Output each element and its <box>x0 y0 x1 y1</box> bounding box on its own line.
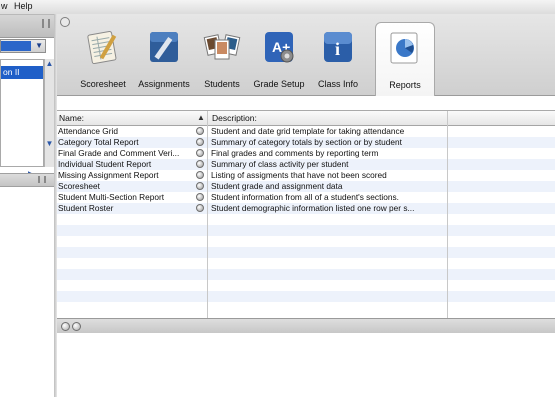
report-action-icon[interactable] <box>196 182 204 190</box>
table-row[interactable]: Final Grade and Comment Veri... Final gr… <box>57 148 555 159</box>
toolbar-toggle-icon[interactable] <box>60 17 70 27</box>
scroll-down-icon[interactable]: ▼ <box>45 139 54 149</box>
column-divider[interactable] <box>207 111 208 319</box>
scoresheet-button[interactable]: Scoresheet <box>75 24 131 92</box>
empty-row <box>57 302 555 313</box>
students-icon <box>203 34 241 60</box>
grade-setup-button[interactable]: A+ Grade Setup <box>250 24 308 92</box>
report-name: Attendance Grid <box>58 126 118 136</box>
reports-label: Reports <box>389 80 421 90</box>
svg-text:i: i <box>335 39 340 59</box>
report-action-icon[interactable] <box>196 171 204 179</box>
report-description: Student and date grid template for takin… <box>211 126 405 136</box>
table-row[interactable]: Student Roster Student demographic infor… <box>57 203 555 214</box>
class-info-button[interactable]: i Class Info <box>313 24 363 92</box>
bottom-panel-expand-icon[interactable] <box>72 322 81 331</box>
empty-row <box>57 236 555 247</box>
section-list-scrollbar[interactable]: ▲ ▼ <box>44 59 54 167</box>
class-info-label: Class Info <box>317 79 359 89</box>
empty-row <box>57 269 555 280</box>
app-window: w Help ▼ on II ▲ ▼ ▶ <box>0 0 555 397</box>
table-row[interactable]: Student Multi-Section Report Student inf… <box>57 192 555 203</box>
assignments-label: Assignments <box>138 79 190 89</box>
table-row[interactable]: Missing Assignment Report Listing of ass… <box>57 170 555 181</box>
panel-grip-icon[interactable] <box>42 19 50 28</box>
table-header: Name: ▲ Description: <box>57 111 555 126</box>
empty-row <box>57 225 555 236</box>
table-row[interactable]: Individual Student Report Summary of cla… <box>57 159 555 170</box>
scoresheet-icon <box>87 30 117 65</box>
report-description: Listing of assigments that have not been… <box>211 170 387 180</box>
report-description: Summary of class activity per student <box>211 159 349 169</box>
report-description: Student demographic information listed o… <box>211 203 415 213</box>
report-action-icon[interactable] <box>196 127 204 135</box>
reports-icon <box>390 32 418 64</box>
class-select-value <box>1 41 31 51</box>
description-column-header[interactable]: Description: <box>212 113 257 123</box>
report-name: Missing Assignment Report <box>58 170 159 180</box>
assignments-button[interactable]: Assignments <box>135 24 193 92</box>
left-panel: ▼ on II ▲ ▼ ▶ <box>0 15 54 397</box>
report-name: Student Multi-Section Report <box>58 192 165 202</box>
assignments-icon <box>150 32 178 62</box>
empty-row <box>57 280 555 291</box>
left-panel-header <box>0 15 54 38</box>
empty-row <box>57 291 555 302</box>
empty-row <box>57 247 555 258</box>
menu-bar: w Help <box>0 0 555 15</box>
section-list: on II <box>0 59 44 167</box>
report-name: Category Total Report <box>58 137 139 147</box>
bottom-panel-header <box>57 318 555 334</box>
grade-setup-label: Grade Setup <box>253 79 305 89</box>
divider-grip-icon[interactable] <box>38 176 46 183</box>
report-action-icon[interactable] <box>196 193 204 201</box>
bottom-panel-collapse-icon[interactable] <box>61 322 70 331</box>
students-button[interactable]: Students <box>199 24 245 92</box>
scroll-up-icon[interactable]: ▲ <box>45 59 54 69</box>
scoresheet-label: Scoresheet <box>80 79 126 89</box>
report-preview-panel <box>57 333 555 397</box>
empty-row <box>57 258 555 269</box>
table-row[interactable]: Attendance Grid Student and date grid te… <box>57 126 555 137</box>
report-description: Final grades and comments by reporting t… <box>211 148 379 158</box>
report-action-icon[interactable] <box>196 204 204 212</box>
name-column-header[interactable]: Name: <box>59 113 84 123</box>
table-row[interactable]: Category Total Report Summary of categor… <box>57 137 555 148</box>
students-label: Students <box>204 79 240 89</box>
section-list-item[interactable]: on II <box>1 66 43 79</box>
report-name: Scoresheet <box>58 181 100 191</box>
reports-table: Name: ▲ Description: Attendance Grid Stu… <box>57 110 555 319</box>
report-action-icon[interactable] <box>196 160 204 168</box>
report-description: Student grade and assignment data <box>211 181 343 191</box>
report-name: Final Grade and Comment Veri... <box>58 148 180 158</box>
class-select[interactable]: ▼ <box>0 39 46 53</box>
menu-view[interactable]: w <box>1 1 8 11</box>
left-panel-divider[interactable] <box>0 173 54 187</box>
info-icon: i <box>324 32 352 62</box>
grade-setup-icon: A+ <box>265 32 294 63</box>
report-name: Student Roster <box>58 203 114 213</box>
report-description: Student information from all of a studen… <box>211 192 399 202</box>
reports-tab[interactable]: Reports <box>375 22 435 96</box>
empty-row <box>57 214 555 225</box>
table-row[interactable]: Scoresheet Student grade and assignment … <box>57 181 555 192</box>
sort-ascending-icon[interactable]: ▲ <box>197 113 205 122</box>
chevron-down-icon: ▼ <box>35 41 43 50</box>
toolbar: Scoresheet Assignments Students A+ Grade… <box>57 14 555 96</box>
report-action-icon[interactable] <box>196 138 204 146</box>
column-divider[interactable] <box>447 111 448 319</box>
report-name: Individual Student Report <box>58 159 152 169</box>
report-description: Summary of category totals by section or… <box>211 137 402 147</box>
report-action-icon[interactable] <box>196 149 204 157</box>
menu-help[interactable]: Help <box>14 1 33 11</box>
